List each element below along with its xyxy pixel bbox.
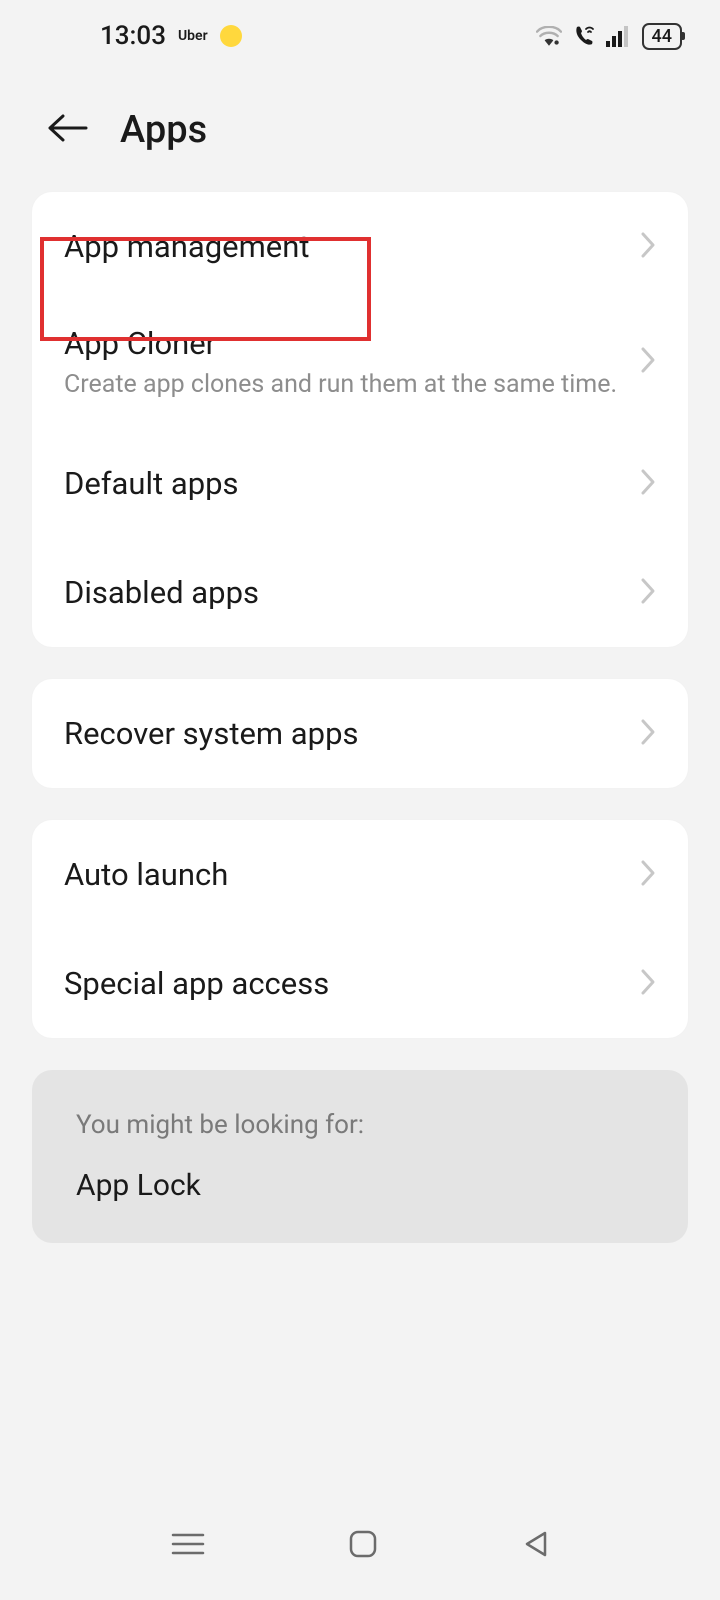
signal-icon (606, 25, 632, 47)
page-title: Apps (120, 108, 207, 152)
chevron-right-icon (640, 231, 656, 263)
content-area: App management App Cloner Create app clo… (0, 192, 720, 1243)
wifi-icon (536, 26, 562, 46)
status-left: 13:03 Uber (100, 21, 242, 51)
item-title: App Cloner (64, 325, 640, 362)
chevron-right-icon (640, 859, 656, 891)
item-special-app-access[interactable]: Special app access (32, 929, 688, 1038)
settings-group-3: Auto launch Special app access (32, 820, 688, 1038)
emoji-icon (220, 25, 242, 47)
nav-home-icon[interactable] (348, 1529, 378, 1563)
item-disabled-apps[interactable]: Disabled apps (32, 538, 688, 647)
status-right: 44 (536, 23, 682, 50)
chevron-right-icon (640, 468, 656, 500)
wifi-calling-icon (572, 25, 596, 47)
chevron-right-icon (640, 968, 656, 1000)
back-arrow-icon[interactable] (48, 113, 88, 147)
item-auto-launch[interactable]: Auto launch (32, 820, 688, 929)
nav-back-icon[interactable] (521, 1529, 549, 1563)
item-title: Special app access (64, 965, 640, 1002)
chevron-right-icon (640, 577, 656, 609)
suggestion-label: You might be looking for: (76, 1110, 644, 1140)
item-title: Auto launch (64, 856, 640, 893)
suggestion-item: App Lock (76, 1168, 644, 1203)
status-time: 13:03 (100, 21, 166, 51)
battery-indicator: 44 (642, 23, 682, 50)
item-title: Default apps (64, 465, 640, 502)
suggestion-card[interactable]: You might be looking for: App Lock (32, 1070, 688, 1243)
item-default-apps[interactable]: Default apps (32, 429, 688, 538)
item-recover-system-apps[interactable]: Recover system apps (32, 679, 688, 788)
page-header: Apps (0, 72, 720, 192)
system-nav-bar (0, 1508, 720, 1600)
settings-group-2: Recover system apps (32, 679, 688, 788)
item-app-cloner[interactable]: App Cloner Create app clones and run the… (32, 301, 688, 429)
nav-recent-icon[interactable] (171, 1531, 205, 1561)
item-title: App management (64, 228, 640, 265)
chevron-right-icon (640, 346, 656, 378)
item-title: Disabled apps (64, 574, 640, 611)
item-subtitle: Create app clones and run them at the sa… (64, 370, 640, 399)
item-title: Recover system apps (64, 715, 640, 752)
settings-group-1: App management App Cloner Create app clo… (32, 192, 688, 647)
chevron-right-icon (640, 718, 656, 750)
status-app-label: Uber (178, 28, 208, 44)
item-app-management[interactable]: App management (32, 192, 688, 301)
status-bar: 13:03 Uber (0, 0, 720, 72)
